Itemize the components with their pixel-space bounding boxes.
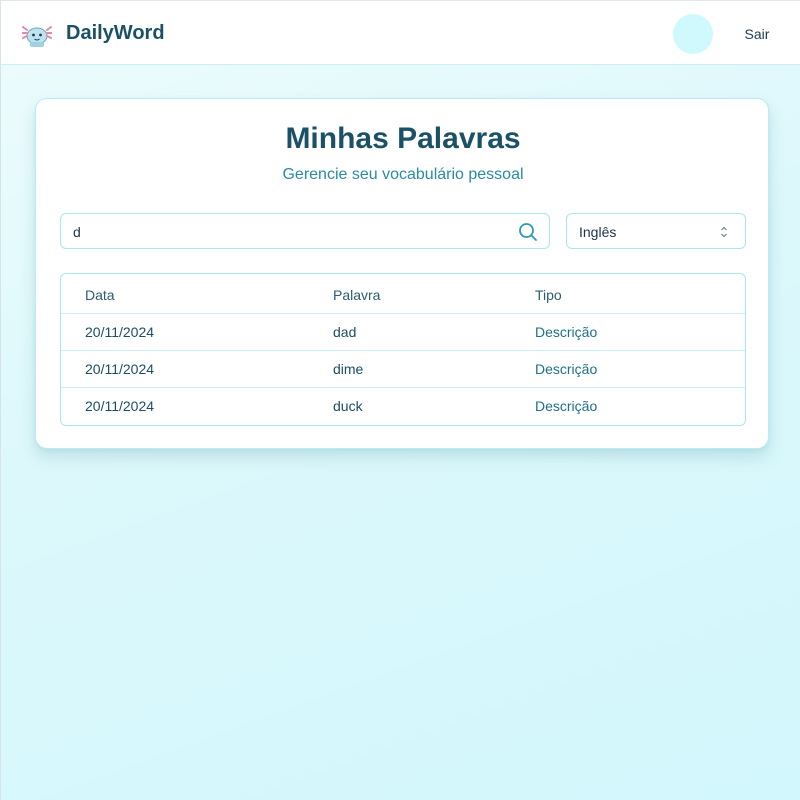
brand-name[interactable]: DailyWord bbox=[66, 21, 165, 45]
logout-button[interactable]: Sair bbox=[734, 23, 780, 45]
row-type: Descrição bbox=[535, 398, 598, 414]
search-icon[interactable] bbox=[518, 222, 538, 242]
row-type: Descrição bbox=[535, 361, 598, 377]
row-date: 20/11/2024 bbox=[85, 398, 155, 414]
row-word: dad bbox=[333, 324, 357, 340]
language-select[interactable]: Inglês bbox=[566, 213, 746, 249]
table-header: Data Palavra Tipo bbox=[61, 274, 745, 314]
language-select-value: Inglês bbox=[579, 224, 617, 240]
column-header-word[interactable]: Palavra bbox=[333, 286, 380, 304]
page-subtitle: Gerencie seu vocabulário pessoal bbox=[282, 166, 524, 183]
search-box[interactable] bbox=[60, 213, 550, 249]
row-type: Descrição bbox=[535, 324, 598, 340]
top-navbar: DailyWord Sair bbox=[1, 0, 800, 65]
table-row[interactable]: 20/11/2024 dime Descrição bbox=[61, 351, 745, 388]
words-table: Data Palavra Tipo 20/11/2024 dad Descriç… bbox=[60, 273, 746, 426]
page-title: Minhas Palavras bbox=[285, 122, 521, 155]
table-row[interactable]: 20/11/2024 dad Descrição bbox=[61, 314, 745, 351]
row-date: 20/11/2024 bbox=[85, 361, 155, 377]
chevron-up-down-icon bbox=[721, 226, 727, 238]
column-header-date[interactable]: Data bbox=[85, 286, 115, 304]
avatar[interactable] bbox=[673, 14, 713, 54]
row-word: duck bbox=[333, 398, 363, 414]
row-word: dime bbox=[333, 361, 364, 377]
column-header-type[interactable]: Tipo bbox=[535, 286, 562, 304]
words-card: Minhas Palavras Gerencie seu vocabulário… bbox=[35, 98, 769, 449]
table-row[interactable]: 20/11/2024 duck Descrição bbox=[61, 388, 745, 425]
search-input[interactable] bbox=[73, 221, 503, 243]
axolotl-icon bbox=[22, 26, 52, 47]
row-date: 20/11/2024 bbox=[85, 324, 155, 340]
